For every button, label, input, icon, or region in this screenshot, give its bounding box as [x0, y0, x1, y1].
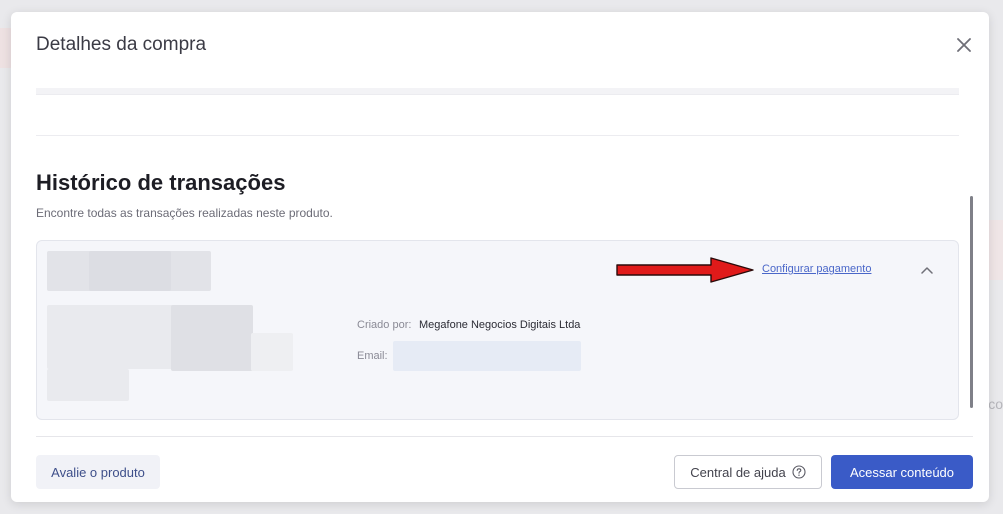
- rate-product-button[interactable]: Avalie o produto: [36, 455, 160, 489]
- redacted-block: [47, 369, 129, 401]
- redacted-block: [89, 251, 171, 291]
- redacted-block: [251, 333, 293, 371]
- collapse-button[interactable]: [917, 261, 937, 279]
- email-label: Email:: [357, 350, 388, 362]
- section-title: Histórico de transações: [36, 170, 286, 195]
- created-by-value: Megafone Negocios Digitais Ltda: [419, 319, 581, 331]
- section-subtitle: Encontre todas as transações realizadas …: [36, 206, 333, 220]
- access-content-button[interactable]: Acessar conteúdo: [831, 455, 973, 489]
- created-by-label: Criado por:: [357, 319, 412, 331]
- close-icon: [957, 38, 971, 52]
- red-arrow-icon: [615, 257, 755, 288]
- modal-title: Detalhes da compra: [36, 34, 207, 55]
- help-center-label: Central de ajuda: [690, 464, 786, 480]
- redacted-email: [393, 341, 581, 371]
- chevron-up-icon: [921, 267, 933, 274]
- footer-divider: [36, 436, 973, 437]
- help-circle-icon: [792, 465, 806, 479]
- backdrop-text-fragment: co: [988, 396, 1003, 412]
- divider: [36, 135, 959, 136]
- close-button[interactable]: [951, 32, 977, 58]
- modal-header: Detalhes da compra: [11, 12, 989, 80]
- purchase-details-modal: Detalhes da compra Histórico de transaçõ…: [11, 12, 989, 502]
- configure-payment-link[interactable]: Configurar pagamento: [762, 263, 871, 275]
- help-center-button[interactable]: Central de ajuda: [674, 455, 822, 489]
- scrollbar-thumb[interactable]: [970, 196, 973, 408]
- redacted-block: [171, 305, 253, 371]
- divider: [36, 88, 959, 95]
- modal-body: Histórico de transações Encontre todas a…: [11, 80, 989, 436]
- transaction-card: Configurar pagamento Criado por: Megafon…: [36, 240, 959, 420]
